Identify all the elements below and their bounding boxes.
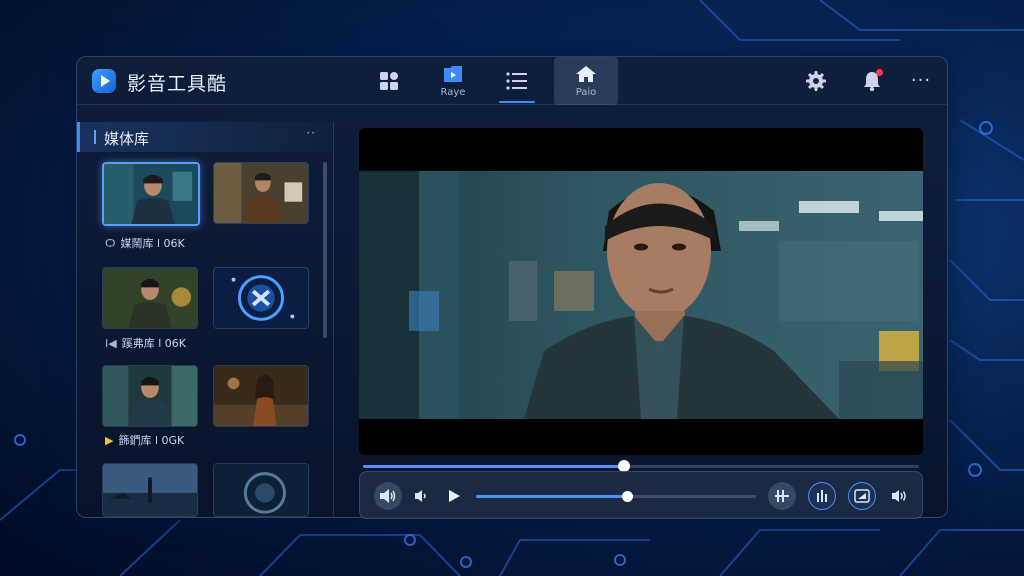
library-item-7[interactable]: [102, 463, 198, 517]
video-badge-icon: ▶: [105, 433, 114, 447]
thumbnail-image: [214, 366, 308, 426]
library-item-2[interactable]: [213, 162, 309, 224]
mute-button[interactable]: [374, 482, 402, 510]
caption-text: 蹊弗库 l 06K: [121, 337, 186, 350]
thumbnail-image: [214, 163, 308, 223]
thumbnail-image: [103, 366, 197, 426]
grid-icon: [380, 72, 398, 90]
video-player[interactable]: [359, 128, 923, 455]
title-bar: 影音工具酷 Raye Paio ···: [77, 57, 947, 105]
thumbnail-image: [103, 268, 197, 328]
volume-slider[interactable]: [476, 491, 756, 502]
volume-handle[interactable]: [622, 491, 634, 502]
play-button[interactable]: [440, 482, 468, 510]
library-item-6[interactable]: [213, 365, 309, 427]
media-library-panel: 媒体库 ·· Ѻ 媒鬧库 l 06K Ⅰ◀ 蹊弗库 l 06K ▶ 籂鍆库 l …: [77, 122, 332, 517]
play-logo-icon: [92, 69, 116, 93]
seek-progress: [363, 465, 625, 468]
thumbnail-image: [214, 268, 308, 328]
more-icon: ···: [910, 70, 932, 91]
volume-down-button[interactable]: [408, 482, 436, 510]
gear-icon: [806, 71, 826, 91]
app-window: 影音工具酷 Raye Paio ··· 媒体库 ·· Ѻ 媒鬧库 l 06K Ⅰ…: [76, 56, 948, 519]
play-icon: [449, 490, 460, 502]
audio-icon: Ѻ: [105, 236, 116, 250]
thumbnail-image: [214, 464, 308, 516]
notification-dot: [876, 69, 883, 76]
nav-list[interactable]: [497, 57, 537, 105]
media-folder-icon: [444, 66, 462, 82]
video-frame: [359, 171, 923, 419]
frame-step-icon: [775, 490, 789, 502]
caption-text: 媒鬧库 l 06K: [120, 237, 185, 250]
library-caption-2: Ⅰ◀ 蹊弗库 l 06K: [105, 335, 186, 351]
active-tab-indicator: [499, 101, 535, 103]
library-title-marker: [94, 130, 96, 144]
thumbnail-image: [103, 464, 197, 516]
seek-bar[interactable]: [363, 460, 919, 472]
volume-up-button[interactable]: [886, 482, 914, 510]
frame-step-button[interactable]: [768, 482, 796, 510]
library-title: 媒体库: [104, 130, 150, 148]
nav-home[interactable]: Paio: [566, 57, 606, 105]
settings-button[interactable]: [804, 69, 828, 93]
home-icon: [576, 66, 596, 82]
equalizer-button[interactable]: [808, 482, 836, 510]
library-caption-1: Ѻ 媒鬧库 l 06K: [105, 235, 185, 251]
volume-high-icon: [892, 490, 906, 502]
thumbnail-image: [104, 164, 198, 224]
playback-controls: [359, 471, 923, 519]
nav-player[interactable]: Raye: [433, 57, 473, 105]
equalizer-icon: [817, 490, 827, 502]
skip-back-icon: Ⅰ◀: [105, 336, 117, 350]
notifications-button[interactable]: [860, 69, 884, 93]
more-button[interactable]: ···: [909, 69, 933, 93]
library-item-8[interactable]: [213, 463, 309, 517]
app-title: 影音工具酷: [127, 73, 228, 95]
library-scrollbar[interactable]: [323, 162, 327, 338]
nav-player-label: Raye: [440, 87, 466, 98]
volume-low-icon: [415, 490, 426, 502]
library-item-3[interactable]: [102, 267, 198, 329]
panel-divider: [333, 122, 334, 517]
library-more-icon[interactable]: ··: [306, 126, 316, 140]
picture-in-picture-button[interactable]: [848, 482, 876, 510]
volume-fill: [476, 495, 628, 498]
library-item-1[interactable]: [102, 162, 200, 226]
nav-grid[interactable]: [369, 57, 409, 105]
pip-icon: [854, 489, 870, 503]
library-header: 媒体库 ··: [77, 122, 332, 152]
library-caption-3: ▶ 籂鍆库 l 0GK: [105, 432, 184, 448]
volume-icon: [380, 489, 396, 503]
caption-text: 籂鍆库 l 0GK: [118, 434, 185, 447]
library-item-4[interactable]: [213, 267, 309, 329]
list-icon: [506, 72, 527, 90]
library-item-5[interactable]: [102, 365, 198, 427]
nav-home-label: Paio: [575, 87, 597, 98]
